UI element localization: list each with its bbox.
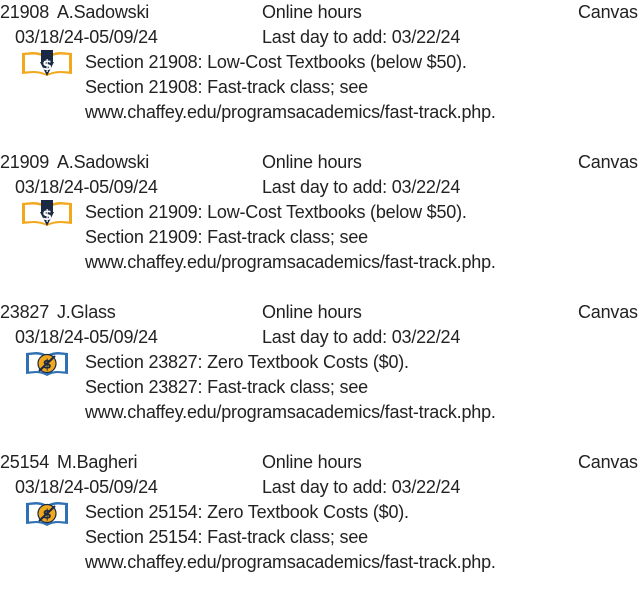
- low-cost-textbook-icon: $: [20, 199, 74, 227]
- fast-track-url[interactable]: www.chaffey.edu/programsacademics/fast-t…: [85, 250, 496, 275]
- instructor-name: A.Sadowski: [57, 152, 150, 172]
- delivery-platform: Canvas: [578, 302, 638, 322]
- zero-textbook-cost-icon: $: [20, 499, 74, 527]
- delivery-platform: Canvas: [578, 2, 638, 22]
- fast-track-note: Section 23827: Fast-track class; see: [85, 377, 368, 397]
- meeting-hours: Online hours: [262, 452, 362, 472]
- instructor-name: M.Bagheri: [57, 452, 138, 472]
- section-number: 21908: [0, 2, 50, 22]
- svg-text:$: $: [42, 58, 52, 74]
- section-number: 21909: [0, 152, 50, 172]
- zero-textbook-cost-icon: $: [20, 349, 74, 377]
- last-day-to-add: Last day to add: 03/22/24: [262, 327, 461, 347]
- textbook-cost-note: Section 25154: Zero Textbook Costs ($0).: [85, 502, 409, 522]
- section-number: 25154: [0, 452, 50, 472]
- class-dates: 03/18/24-05/09/24: [15, 327, 158, 347]
- class-schedule-listing: 21908 A.Sadowski Online hours Canvas 03/…: [0, 0, 644, 600]
- section-number: 23827: [0, 302, 50, 322]
- fast-track-url[interactable]: www.chaffey.edu/programsacademics/fast-t…: [85, 400, 496, 425]
- last-day-to-add: Last day to add: 03/22/24: [262, 27, 461, 47]
- textbook-cost-note: Section 23827: Zero Textbook Costs ($0).: [85, 352, 409, 372]
- class-dates: 03/18/24-05/09/24: [15, 27, 158, 47]
- delivery-platform: Canvas: [578, 452, 638, 472]
- section-entry: 21909 A.Sadowski Online hours Canvas 03/…: [0, 150, 644, 300]
- fast-track-url[interactable]: www.chaffey.edu/programsacademics/fast-t…: [85, 100, 496, 125]
- fast-track-note: Section 25154: Fast-track class; see: [85, 527, 368, 547]
- last-day-to-add: Last day to add: 03/22/24: [262, 477, 461, 497]
- fast-track-note: Section 21909: Fast-track class; see: [85, 227, 368, 247]
- textbook-cost-note: Section 21909: Low-Cost Textbooks (below…: [85, 202, 467, 222]
- fast-track-url[interactable]: www.chaffey.edu/programsacademics/fast-t…: [85, 550, 496, 575]
- meeting-hours: Online hours: [262, 302, 362, 322]
- svg-text:$: $: [42, 208, 52, 224]
- textbook-cost-note: Section 21908: Low-Cost Textbooks (below…: [85, 52, 467, 72]
- last-day-to-add: Last day to add: 03/22/24: [262, 177, 461, 197]
- section-entry: 25154 M.Bagheri Online hours Canvas 03/1…: [0, 450, 644, 600]
- class-dates: 03/18/24-05/09/24: [15, 177, 158, 197]
- instructor-name: A.Sadowski: [57, 2, 150, 22]
- fast-track-note: Section 21908: Fast-track class; see: [85, 77, 368, 97]
- low-cost-textbook-icon: $: [20, 49, 74, 77]
- class-dates: 03/18/24-05/09/24: [15, 477, 158, 497]
- section-entry: 23827 J.Glass Online hours Canvas 03/18/…: [0, 300, 644, 450]
- delivery-platform: Canvas: [578, 152, 638, 172]
- meeting-hours: Online hours: [262, 2, 362, 22]
- section-entry: 21908 A.Sadowski Online hours Canvas 03/…: [0, 0, 644, 150]
- meeting-hours: Online hours: [262, 152, 362, 172]
- instructor-name: J.Glass: [57, 302, 116, 322]
